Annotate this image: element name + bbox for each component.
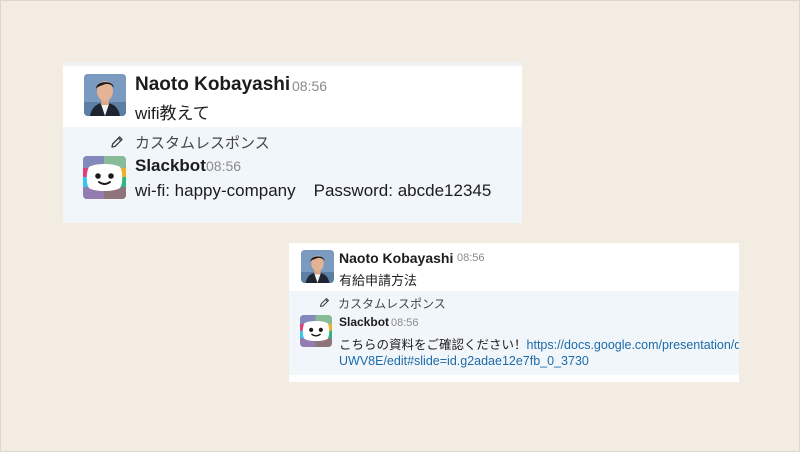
user-message-row: Naoto Kobayashi 08:56 wifi教えて: [63, 66, 522, 127]
message-timestamp[interactable]: 08:56: [457, 252, 485, 264]
slackbot-avatar[interactable]: [300, 315, 332, 347]
slackbot-logo-icon: [300, 315, 332, 347]
pencil-icon: [111, 136, 123, 148]
avatar-photo-icon: [301, 250, 334, 283]
custom-response-label: カスタムレスポンス: [338, 297, 446, 311]
avatar-photo-icon: [84, 74, 126, 116]
bot-name[interactable]: Slackbot: [135, 156, 206, 176]
user-name[interactable]: Naoto Kobayashi: [339, 250, 453, 266]
message-timestamp[interactable]: 08:56: [206, 158, 241, 174]
bot-name[interactable]: Slackbot: [339, 315, 389, 329]
message-card-wifi: Naoto Kobayashi 08:56 wifi教えて カスタムレスポンス: [63, 62, 522, 223]
bot-message-text: wi-fi: happy-company Password: abcde12345: [135, 181, 491, 201]
user-message-text: 有給申請方法: [339, 273, 418, 288]
pencil-icon: [320, 298, 329, 307]
slides-link[interactable]: https://docs.google.com/presentation/d/: [527, 338, 739, 352]
message-timestamp[interactable]: 08:56: [292, 78, 327, 94]
custom-response-label: カスタムレスポンス: [135, 135, 270, 152]
user-avatar[interactable]: [84, 74, 126, 116]
bot-message-row: カスタムレスポンス Slackbot 08:56 wi-fi: happy-co…: [63, 127, 522, 223]
bot-message-row: カスタムレスポンス Slackbot 08:56 こちらの資料をご確認ください！…: [289, 291, 739, 375]
user-name[interactable]: Naoto Kobayashi: [135, 74, 290, 96]
slides-link-continued[interactable]: UWV8E/edit#slide=id.g2adae12e7fb_0_3730: [339, 354, 589, 368]
user-message-row: Naoto Kobayashi 08:56 有給申請方法: [289, 243, 739, 290]
wifi-password-text: Password: abcde12345: [313, 181, 492, 200]
wifi-ssid-text: wi-fi: happy-company: [135, 181, 296, 200]
slackbot-avatar[interactable]: [83, 156, 126, 199]
bot-message-line-1: こちらの資料をご確認ください！https://docs.google.com/p…: [339, 334, 739, 353]
user-avatar[interactable]: [301, 250, 334, 283]
bot-message-text: こちらの資料をご確認ください！: [339, 338, 527, 352]
user-message-text: wifi教えて: [135, 104, 210, 123]
message-card-leave: Naoto Kobayashi 08:56 有給申請方法 カスタムレスポンス S…: [289, 243, 739, 382]
slackbot-logo-icon: [83, 156, 126, 199]
bot-message-line-2: UWV8E/edit#slide=id.g2adae12e7fb_0_3730: [339, 354, 589, 368]
message-timestamp[interactable]: 08:56: [391, 317, 419, 329]
